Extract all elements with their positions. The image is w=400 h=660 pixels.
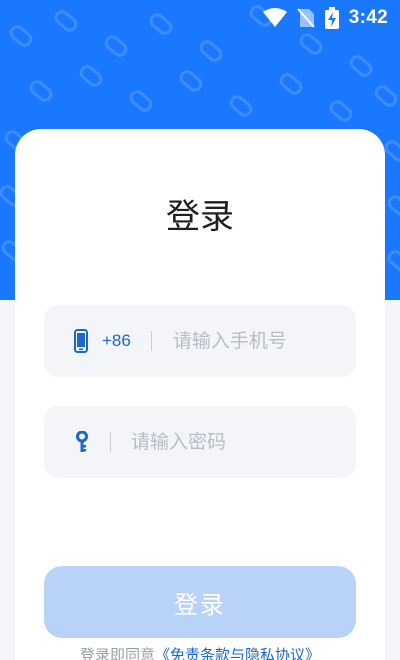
status-bar: 3:42 xyxy=(0,0,400,36)
no-sim-icon xyxy=(297,8,315,28)
status-time: 3:42 xyxy=(348,7,388,28)
agreement-prefix: 登录即同意 xyxy=(79,646,155,660)
key-icon xyxy=(76,431,88,453)
privacy-policy-link[interactable]: 《免责条款与隐私协议》 xyxy=(155,646,320,660)
phone-icon xyxy=(74,329,88,353)
login-card: 登录 +86 登录 登录即同意《免责条款与隐私协议》 xyxy=(15,129,385,660)
phone-input[interactable] xyxy=(172,330,343,352)
agreement-text: 登录即同意《免责条款与隐私协议》 xyxy=(15,644,385,660)
password-input[interactable] xyxy=(131,431,301,453)
phone-field[interactable]: +86 xyxy=(44,305,356,377)
battery-charging-icon xyxy=(324,7,339,29)
password-field[interactable] xyxy=(44,406,356,478)
field-divider xyxy=(150,331,152,351)
field-divider xyxy=(110,432,111,452)
page-title: 登录 xyxy=(166,197,234,237)
country-code[interactable]: +86 xyxy=(102,331,131,351)
login-button[interactable]: 登录 xyxy=(44,566,356,638)
wifi-icon xyxy=(262,8,287,28)
